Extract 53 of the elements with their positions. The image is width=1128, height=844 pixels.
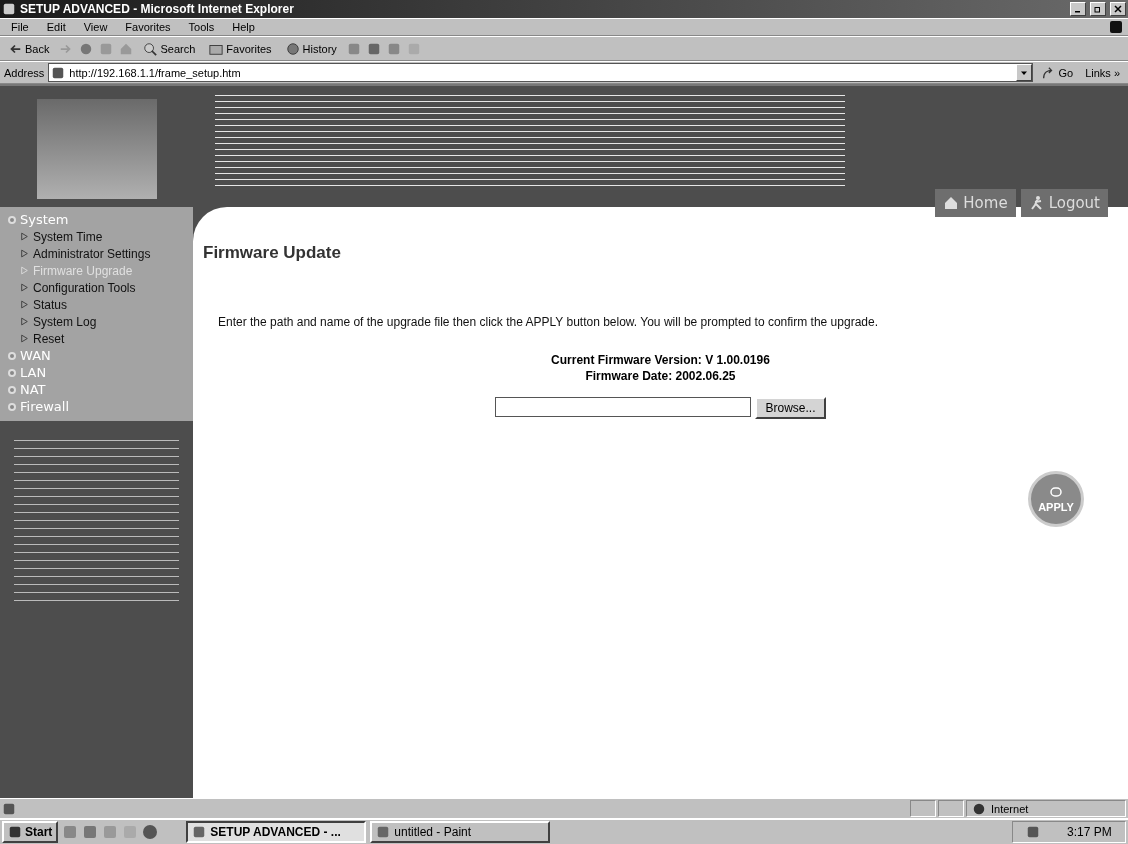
nav-item[interactable]: Status (8, 296, 193, 313)
clock: 3:17 PM (1066, 825, 1112, 839)
house-icon (943, 195, 960, 211)
menu-item[interactable]: Edit (39, 21, 73, 33)
status-pane (938, 800, 964, 817)
links-button[interactable]: Links » (1081, 66, 1124, 79)
menu-item[interactable]: File (4, 21, 36, 33)
menu-item[interactable]: Tools (181, 21, 222, 33)
nav-item[interactable]: Reset (8, 330, 193, 347)
minimize-button[interactable] (1070, 2, 1086, 16)
taskbar-task[interactable]: untitled - Paint (370, 821, 551, 843)
restore-button[interactable] (1090, 2, 1106, 16)
nav-item[interactable]: System Log (8, 313, 193, 330)
browse-button[interactable]: Browse... (755, 397, 826, 419)
restore-icon (1094, 5, 1102, 13)
start-button[interactable]: Start (2, 821, 59, 843)
nav-item[interactable]: System Time (8, 228, 193, 245)
address-field[interactable]: http://192.168.1.1/frame_setup.htm (48, 63, 1034, 82)
toolbar-button[interactable]: Favorites (205, 41, 276, 56)
firmware-date: Firmware Date: 2002.06.25 (584, 369, 737, 383)
menu-item[interactable]: Favorites (118, 21, 178, 33)
bullet-icon (8, 402, 16, 411)
go-button[interactable]: Go (1037, 65, 1078, 80)
dropdown-button[interactable] (1016, 64, 1033, 81)
file-path-field[interactable] (495, 397, 752, 417)
instructions: Enter the path and name of the upgrade file then click the APPLY button below. You will be prompted to confirm the upgrade. (218, 315, 879, 329)
bullet-icon (8, 351, 16, 360)
header-link[interactable]: Logout (1020, 189, 1108, 217)
globe-icon (285, 41, 300, 56)
taskbar-task[interactable]: SETUP ADVANCED - ... (186, 821, 367, 843)
circle-icon (142, 824, 159, 840)
menu-item[interactable]: View (76, 21, 115, 33)
house-icon (119, 41, 134, 56)
header-link[interactable]: Home (935, 189, 1016, 217)
status-pane (910, 800, 936, 817)
zone-label: Internet (991, 802, 1029, 815)
toolbar-button[interactable]: History (281, 41, 341, 56)
toolbar-button[interactable]: Search (139, 41, 200, 56)
nav-item[interactable]: Administrator Settings (8, 245, 193, 262)
page-heading: Firmware Update (203, 243, 342, 263)
address-label: Address (4, 66, 45, 79)
nav-item[interactable]: Configuration Tools (8, 279, 193, 296)
globe-icon (973, 802, 985, 815)
window-title: SETUP ADVANCED - Microsoft Internet Explorer (20, 2, 295, 16)
close-button[interactable] (1110, 2, 1126, 16)
toolbar-button[interactable]: Back (4, 41, 54, 56)
bullet-icon (8, 368, 16, 377)
bullet-icon (8, 385, 16, 394)
close-icon (1114, 5, 1122, 13)
firmware-version: Current Firmware Version: V 1.00.0196 (550, 353, 771, 367)
menu-item[interactable]: Help (225, 21, 262, 33)
stop-icon (79, 41, 94, 56)
bullet-icon (8, 215, 16, 224)
